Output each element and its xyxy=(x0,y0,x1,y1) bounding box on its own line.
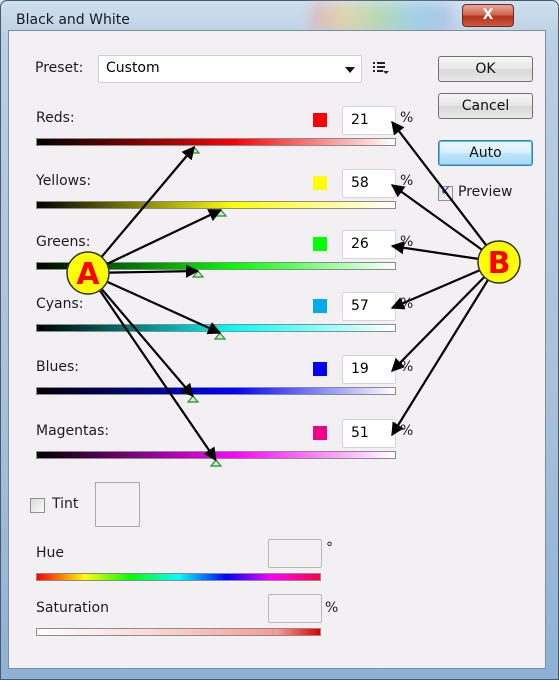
tint-checkbox[interactable] xyxy=(30,498,45,513)
close-icon: X xyxy=(482,7,494,23)
yellows-percent-unit: % xyxy=(400,173,414,189)
blues-value: 19 xyxy=(351,361,369,377)
blues-swatch xyxy=(313,362,327,376)
hue-label: Hue xyxy=(36,545,65,561)
cyans-value: 57 xyxy=(351,298,369,314)
cancel-button[interactable]: Cancel xyxy=(438,93,533,119)
preset-options-icon[interactable] xyxy=(373,60,389,74)
magentas-percent-unit: % xyxy=(400,423,414,439)
greens-swatch xyxy=(313,237,327,251)
hue-slider[interactable] xyxy=(36,573,321,581)
window-title: Black and White xyxy=(16,12,130,28)
reds-value-input[interactable]: 21 xyxy=(342,106,396,135)
tint-color-swatch[interactable] xyxy=(95,482,140,527)
preset-dropdown[interactable]: Custom xyxy=(98,55,362,83)
chevron-down-icon xyxy=(345,67,355,73)
greens-percent-unit: % xyxy=(400,234,414,250)
preview-label: Preview xyxy=(458,184,513,200)
blues-slider-track[interactable] xyxy=(36,387,396,395)
saturation-unit: % xyxy=(325,600,339,616)
preset-label: Preset: xyxy=(35,60,84,76)
close-button[interactable]: X xyxy=(462,4,514,27)
cyans-percent-unit: % xyxy=(400,296,414,312)
hue-unit: ° xyxy=(326,540,333,556)
yellows-swatch xyxy=(313,176,327,190)
magentas-swatch xyxy=(313,426,327,440)
tint-label: Tint xyxy=(52,496,79,512)
yellows-value: 58 xyxy=(351,175,369,191)
magentas-slider-track[interactable] xyxy=(36,451,396,459)
saturation-label: Saturation xyxy=(36,600,109,616)
cyans-value-input[interactable]: 57 xyxy=(342,292,396,321)
saturation-input[interactable] xyxy=(268,594,322,623)
greens-slider-track[interactable] xyxy=(36,262,396,270)
saturation-slider[interactable] xyxy=(36,628,321,636)
magentas-value: 51 xyxy=(351,425,369,441)
magentas-label: Magentas: xyxy=(36,423,110,439)
cyans-swatch xyxy=(313,299,327,313)
reds-percent-unit: % xyxy=(400,110,414,126)
ok-button[interactable]: OK xyxy=(438,56,533,82)
blues-percent-unit: % xyxy=(400,359,414,375)
cyans-label: Cyans: xyxy=(36,296,84,312)
yellows-value-input[interactable]: 58 xyxy=(342,169,396,198)
yellows-slider-track[interactable] xyxy=(36,201,396,209)
greens-value: 26 xyxy=(351,236,369,252)
reds-swatch xyxy=(313,113,327,127)
cyans-slider-track[interactable] xyxy=(36,324,396,332)
reds-value: 21 xyxy=(351,112,369,128)
magentas-value-input[interactable]: 51 xyxy=(342,419,396,448)
blues-value-input[interactable]: 19 xyxy=(342,355,396,384)
preset-value: Custom xyxy=(106,60,160,76)
hue-input[interactable] xyxy=(268,539,322,568)
greens-label: Greens: xyxy=(36,234,91,250)
greens-value-input[interactable]: 26 xyxy=(342,230,396,259)
blues-label: Blues: xyxy=(36,359,79,375)
preview-checkbox[interactable]: ✓ xyxy=(438,183,453,201)
reds-label: Reds: xyxy=(36,110,75,126)
checkmark-icon: ✓ xyxy=(440,183,452,199)
yellows-label: Yellows: xyxy=(36,173,92,189)
auto-button[interactable]: Auto xyxy=(438,140,533,166)
reds-slider-track[interactable] xyxy=(36,138,396,146)
